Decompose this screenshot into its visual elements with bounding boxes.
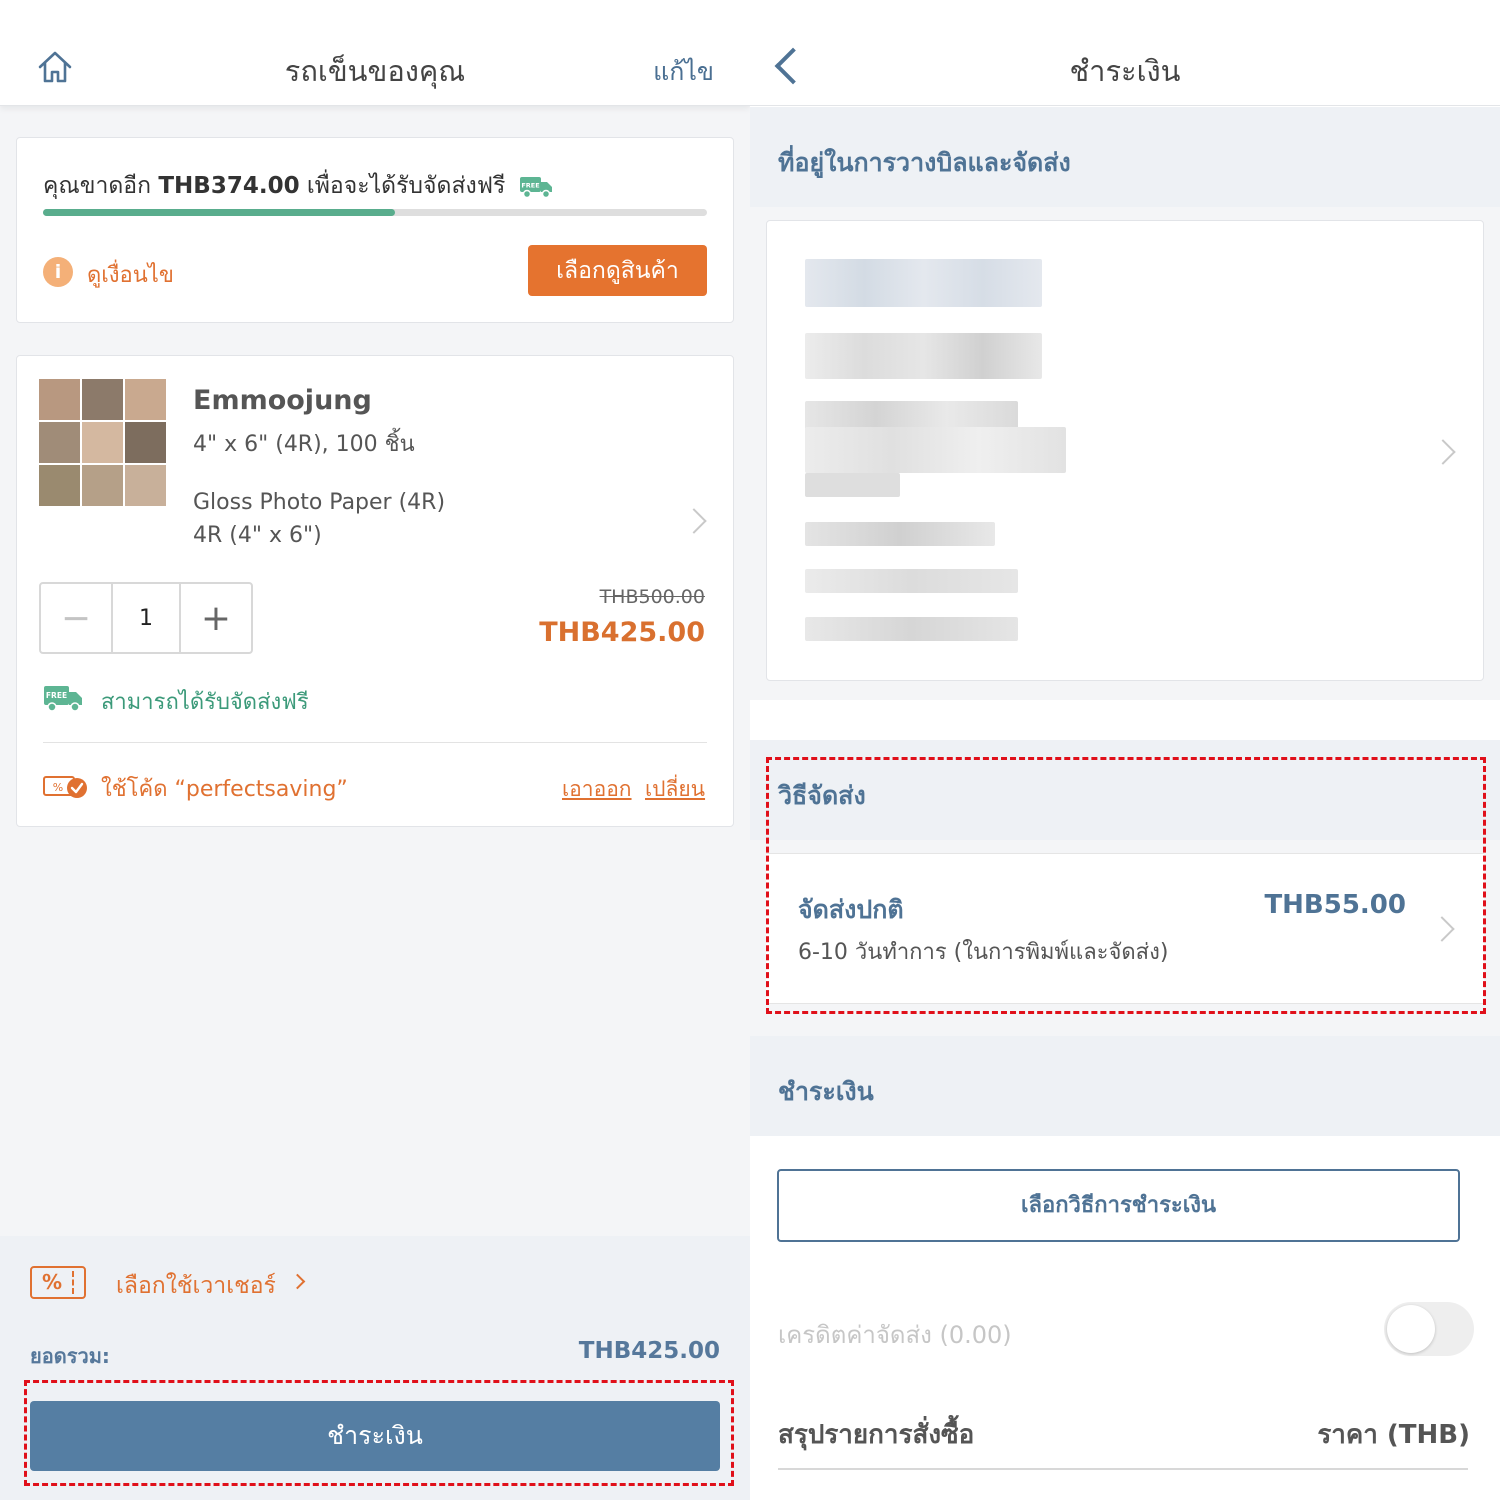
address-chevron-right-icon[interactable]: [1430, 439, 1456, 465]
summary-price-header: ราคา (THB): [1317, 1420, 1470, 1450]
cart-header: รถเข็นของคุณ แก้ไข: [0, 0, 750, 106]
checkout-title: ชำระเงิน: [1069, 54, 1181, 88]
quantity-value[interactable]: 1: [111, 584, 181, 652]
product-thumbnail: [39, 379, 166, 506]
free-shipping-eligible-text: สามารถได้รับจัดส่งฟรี: [101, 690, 309, 715]
product-size: 4" x 6" (4R), 100 ชิ้น: [193, 432, 415, 457]
address-section-header: ที่อยู่ในการวางบิลและจัดส่ง: [750, 107, 1500, 207]
summary-divider: [778, 1468, 1468, 1470]
change-coupon-link[interactable]: เปลี่ยน: [645, 773, 705, 806]
shipping-method-name: จัดส่งปกติ: [798, 895, 904, 924]
product-dimension: 4R (4" x 6"): [193, 523, 322, 548]
shipping-method-row[interactable]: จัดส่งปกติ THB55.00 6-10 วันทำการ (ในการ…: [766, 853, 1484, 1004]
edit-button[interactable]: แก้ไข: [653, 52, 714, 92]
item-price: THB425.00: [539, 617, 705, 648]
blurred-address-line: [805, 569, 1018, 593]
shipping-section-header: วิธีจัดส่ง: [750, 740, 1500, 840]
free-truck-icon: FREE: [519, 176, 552, 198]
coupon-applied-icon: %: [43, 776, 87, 798]
payment-section-header: ชำระเงิน: [750, 1036, 1500, 1136]
svg-text:%: %: [53, 781, 63, 794]
blurred-address-line: [805, 522, 995, 546]
info-icon: i: [43, 257, 73, 287]
decrease-quantity-button[interactable]: −: [41, 584, 111, 652]
blurred-name: [805, 259, 1042, 307]
cart-item-card[interactable]: Emmoojung 4" x 6" (4R), 100 ชิ้น Gloss P…: [16, 355, 734, 827]
toggle-knob: [1387, 1305, 1435, 1353]
free-badge-text: FREE: [521, 181, 539, 189]
select-payment-method-button[interactable]: เลือกวิธีการชำระเงิน: [777, 1169, 1460, 1242]
free-truck-icon: FREE: [44, 686, 82, 712]
free-shipping-remaining-amount: THB374.00: [158, 173, 300, 199]
item-free-badge-text: FREE: [46, 691, 67, 700]
blurred-address-line: [805, 333, 1042, 379]
free-shipping-message: คุณขาดอีก THB374.00 เพื่อจะได้รับจัดส่งฟ…: [43, 168, 553, 204]
blurred-address-line: [805, 427, 1066, 473]
checkout-screen: ชำระเงิน ที่อยู่ในการวางบิลและจัดส่ง วิธ…: [750, 0, 1500, 1500]
progress-fill: [43, 209, 395, 216]
shipping-method-price: THB55.00: [1264, 890, 1406, 920]
free-shipping-card: คุณขาดอีก THB374.00 เพื่อจะได้รับจัดส่งฟ…: [16, 137, 734, 323]
cart-footer: % เลือกใช้เวาเชอร์ ยอดรวม: THB425.00 ชำร…: [0, 1236, 750, 1500]
checkout-header: ชำระเงิน: [750, 0, 1500, 106]
shipping-credit-toggle[interactable]: [1384, 1302, 1474, 1356]
coupon-code-text: ใช้โค้ด “perfectsaving”: [101, 777, 348, 802]
shipping-chevron-right-icon[interactable]: [1429, 916, 1455, 942]
voucher-icon[interactable]: %: [30, 1266, 86, 1299]
product-name: Emmoojung: [193, 385, 372, 416]
shipping-credit-label: เครดิตค่าจัดส่ง (0.00): [778, 1321, 1012, 1349]
checkout-button[interactable]: ชำระเงิน: [30, 1401, 720, 1471]
order-summary-row: สรุปรายการสั่งซื้อ ราคา (THB): [750, 1380, 1500, 1500]
free-shipping-prefix: คุณขาดอีก: [43, 173, 152, 199]
increase-quantity-button[interactable]: +: [181, 584, 251, 652]
total-label: ยอดรวม:: [30, 1344, 110, 1368]
cart-screen: รถเข็นของคุณ แก้ไข คุณขาดอีก THB374.00 เ…: [0, 0, 750, 1500]
total-value: THB425.00: [578, 1338, 720, 1364]
voucher-chevron-right-icon[interactable]: [289, 1273, 306, 1290]
free-shipping-progress-bar: [43, 209, 707, 216]
view-conditions-link[interactable]: ดูเงื่อนไข: [87, 257, 174, 292]
quantity-stepper: − 1 +: [39, 582, 253, 654]
original-price: THB500.00: [599, 586, 705, 608]
blurred-phone: [805, 617, 1018, 641]
payment-section-title: ชำระเงิน: [778, 1077, 874, 1106]
blurred-address-line: [805, 473, 900, 497]
product-paper: Gloss Photo Paper (4R): [193, 490, 446, 515]
item-chevron-right-icon[interactable]: [681, 508, 707, 534]
address-card[interactable]: [766, 220, 1484, 681]
free-shipping-suffix: เพื่อจะได้รับจัดส่งฟรี: [306, 173, 506, 199]
cart-title: รถเข็นของคุณ: [284, 54, 466, 88]
item-divider: [43, 742, 707, 743]
shipping-section-title: วิธีจัดส่ง: [778, 781, 866, 810]
address-section-title: ที่อยู่ในการวางบิลและจัดส่ง: [778, 148, 1071, 177]
select-voucher-link[interactable]: เลือกใช้เวาเชอร์: [116, 1268, 276, 1304]
order-summary-title: สรุปรายการสั่งซื้อ: [778, 1420, 975, 1450]
remove-coupon-link[interactable]: เอาออก: [562, 773, 632, 806]
shipping-method-detail: 6-10 วันทำการ (ในการพิมพ์และจัดส่ง): [798, 940, 1169, 965]
shipping-credit-row: เครดิตค่าจัดส่ง (0.00): [750, 1278, 1500, 1380]
browse-products-button[interactable]: เลือกดูสินค้า: [528, 245, 707, 296]
